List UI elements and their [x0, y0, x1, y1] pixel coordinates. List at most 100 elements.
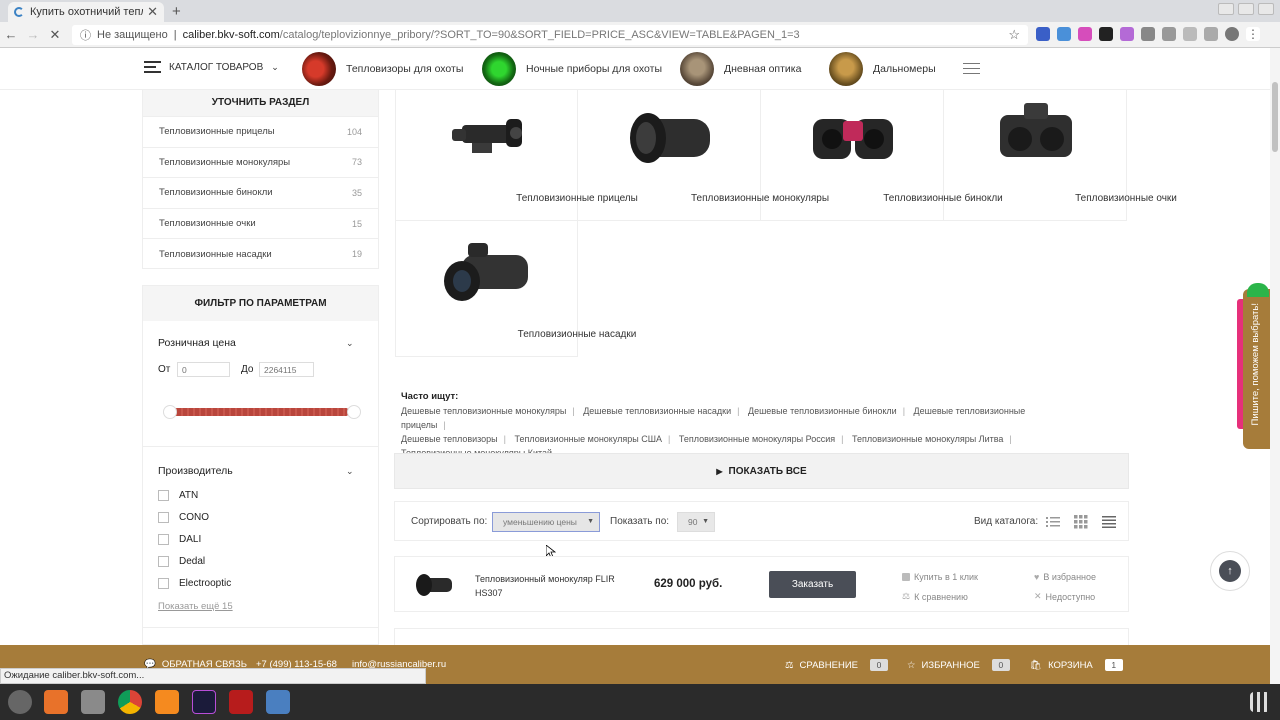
category-link[interactable]: Тепловизионные монокуляры 73	[143, 146, 378, 178]
chevron-down-icon[interactable]: ⌄	[346, 466, 354, 477]
manufacturer-checkbox[interactable]: CONO	[158, 512, 209, 523]
price-range-slider[interactable]	[163, 405, 361, 419]
stop-loading-icon[interactable]: ✕	[44, 27, 66, 43]
checkbox[interactable]	[158, 578, 169, 589]
page-scrollbar[interactable]	[1270, 48, 1280, 684]
frequent-link[interactable]: Дешевые тепловизионные бинокли	[748, 406, 897, 416]
frequent-link[interactable]: Тепловизионные монокуляры Россия	[679, 434, 835, 444]
info-icon[interactable]: ⓘ	[80, 27, 91, 43]
product-name[interactable]: Тепловизионный монокуляр FLIR HS307	[475, 572, 625, 600]
category-tile[interactable]: Тепловизионные монокуляры	[578, 89, 829, 221]
text-editor-icon[interactable]	[266, 690, 290, 714]
category-tile[interactable]: Тепловизионные прицелы	[395, 89, 638, 221]
page-size-select[interactable]: 90 ▼	[677, 512, 715, 532]
extension-shield-icon[interactable]	[1162, 27, 1176, 41]
add-to-favorites-link[interactable]: ♥ В избранное	[1034, 572, 1096, 582]
checkbox[interactable]	[158, 490, 169, 501]
category-link[interactable]: Тепловизионные насадки 19	[143, 238, 378, 269]
compare-footer-link[interactable]: ⚖ СРАВНЕНИЕ 0	[785, 659, 888, 671]
product-image[interactable]	[414, 570, 458, 600]
manufacturer-filter-label[interactable]: Производитель	[158, 465, 233, 477]
scroll-to-top-button[interactable]: ↑	[1210, 551, 1250, 591]
catalog-menu-button[interactable]: КАТАЛОГ ТОВАРОВ ⌄	[144, 61, 279, 73]
back-icon[interactable]: ←	[0, 27, 22, 42]
cart-footer-link[interactable]: 🛍 КОРЗИНА 1	[1030, 659, 1123, 671]
sort-toolbar: Сортировать по: уменьшению цены ▼ Показат…	[394, 501, 1129, 541]
file-manager-icon[interactable]	[81, 690, 105, 714]
triangle-right-icon: ▶	[716, 467, 723, 476]
category-tile[interactable]: Тепловизионные насадки	[395, 221, 636, 357]
grid-view-icon[interactable]	[1074, 515, 1088, 529]
add-to-compare-link[interactable]: ⚖ К сравнению	[902, 591, 968, 602]
extension-01-icon[interactable]	[1099, 27, 1113, 41]
phpstorm-icon[interactable]	[192, 690, 216, 714]
show-all-button[interactable]: ▶ ПОКАЗАТЬ ВСЕ	[394, 453, 1129, 489]
buy-one-click-link[interactable]: Купить в 1 клик	[902, 572, 978, 582]
price-to-input[interactable]	[259, 362, 314, 377]
insecure-label: Не защищено	[97, 29, 168, 41]
category-tile[interactable]: Тепловизионные очки	[944, 89, 1177, 221]
sublime-text-icon[interactable]	[155, 690, 179, 714]
list-view-icon[interactable]	[1046, 515, 1060, 529]
frequent-link[interactable]: Тепловизионные монокуляры США	[515, 434, 662, 444]
manufacturer-checkbox[interactable]: Dedal	[158, 556, 205, 567]
manufacturer-checkbox[interactable]: DALI	[158, 534, 201, 545]
manufacturer-checkbox[interactable]: Electrooptic	[158, 578, 231, 589]
order-button[interactable]: Заказать	[769, 571, 856, 598]
profile-icon[interactable]	[1225, 27, 1239, 41]
bookmark-star-icon[interactable]: ☆	[1008, 27, 1020, 43]
tab-title: Купить охотничий тепло	[30, 6, 144, 18]
filezilla-icon[interactable]	[229, 690, 253, 714]
system-settings-icon[interactable]	[8, 690, 32, 714]
category-link[interactable]: Тепловизионные очки 15	[143, 207, 378, 239]
extension-palette-icon[interactable]	[1078, 27, 1092, 41]
minimize-button[interactable]	[1218, 3, 1234, 15]
category-link[interactable]: Тепловизионные бинокли 35	[143, 177, 378, 208]
checkbox[interactable]	[158, 534, 169, 545]
scrollbar-thumb[interactable]	[1272, 82, 1278, 152]
nav-night-vision[interactable]: Ночные приборы для охоты	[482, 52, 662, 86]
slider-min-handle[interactable]	[163, 405, 177, 419]
price-from-input[interactable]	[177, 362, 230, 377]
url-field[interactable]: ⓘ Не защищено | caliber.bkv-soft.com /ca…	[72, 25, 1028, 45]
favorites-footer-link[interactable]: ☆ ИЗБРАННОЕ 0	[907, 659, 1010, 671]
price-filter-label[interactable]: Розничная цена	[158, 337, 236, 349]
extension-screenshot-icon[interactable]	[1057, 27, 1071, 41]
more-menu-icon[interactable]	[963, 63, 980, 74]
category-tile[interactable]: Тепловизионные бинокли	[761, 89, 1003, 221]
browser-tab[interactable]: Купить охотничий тепло ✕	[8, 2, 164, 22]
menu-dots-icon[interactable]: ⋮	[1246, 27, 1260, 41]
sort-select[interactable]: уменьшению цены ▼	[492, 512, 600, 532]
new-tab-button[interactable]: +	[172, 3, 181, 20]
checkbox[interactable]	[158, 512, 169, 523]
table-view-icon[interactable]	[1102, 515, 1116, 529]
extension-flag-icon[interactable]	[1036, 27, 1050, 41]
help-chat-tab[interactable]: Пишите, поможем выбрать!	[1237, 283, 1270, 449]
slider-max-handle[interactable]	[347, 405, 361, 419]
frequent-link[interactable]: Дешевые тепловизионные монокуляры	[401, 406, 566, 416]
nav-thermal-hunting[interactable]: Тепловизоры для охоты	[302, 52, 463, 86]
chevron-down-icon[interactable]: ⌄	[346, 338, 354, 349]
manufacturer-checkbox[interactable]: ATN	[158, 490, 198, 501]
frequent-link[interactable]: Дешевые тепловизоры	[401, 434, 498, 444]
show-more-link[interactable]: Показать ещё 15	[158, 601, 233, 612]
extension-globe-icon[interactable]	[1141, 27, 1155, 41]
app-store-icon[interactable]	[44, 690, 68, 714]
frequent-link[interactable]: Тепловизионные монокуляры Литва	[852, 434, 1003, 444]
close-tab-icon[interactable]: ✕	[147, 4, 158, 20]
maximize-button[interactable]	[1238, 3, 1254, 15]
cart-icon: 🛍	[1030, 659, 1043, 671]
extension-arrows-icon[interactable]	[1183, 27, 1197, 41]
forward-icon[interactable]: →	[22, 27, 44, 42]
nav-day-optics[interactable]: Дневная оптика	[680, 52, 801, 86]
checkbox[interactable]	[158, 556, 169, 567]
frequent-link[interactable]: Дешевые тепловизионные насадки	[583, 406, 731, 416]
close-window-button[interactable]	[1258, 3, 1274, 15]
extension-wave-icon[interactable]	[1120, 27, 1134, 41]
extension-s-icon[interactable]	[1204, 27, 1218, 41]
nav-rangefinders[interactable]: Дальномеры	[829, 52, 936, 86]
category-link[interactable]: Тепловизионные прицелы 104	[143, 116, 378, 147]
chrome-icon[interactable]	[118, 690, 142, 714]
apps-grid-icon[interactable]	[1250, 692, 1270, 712]
divider	[143, 627, 378, 628]
